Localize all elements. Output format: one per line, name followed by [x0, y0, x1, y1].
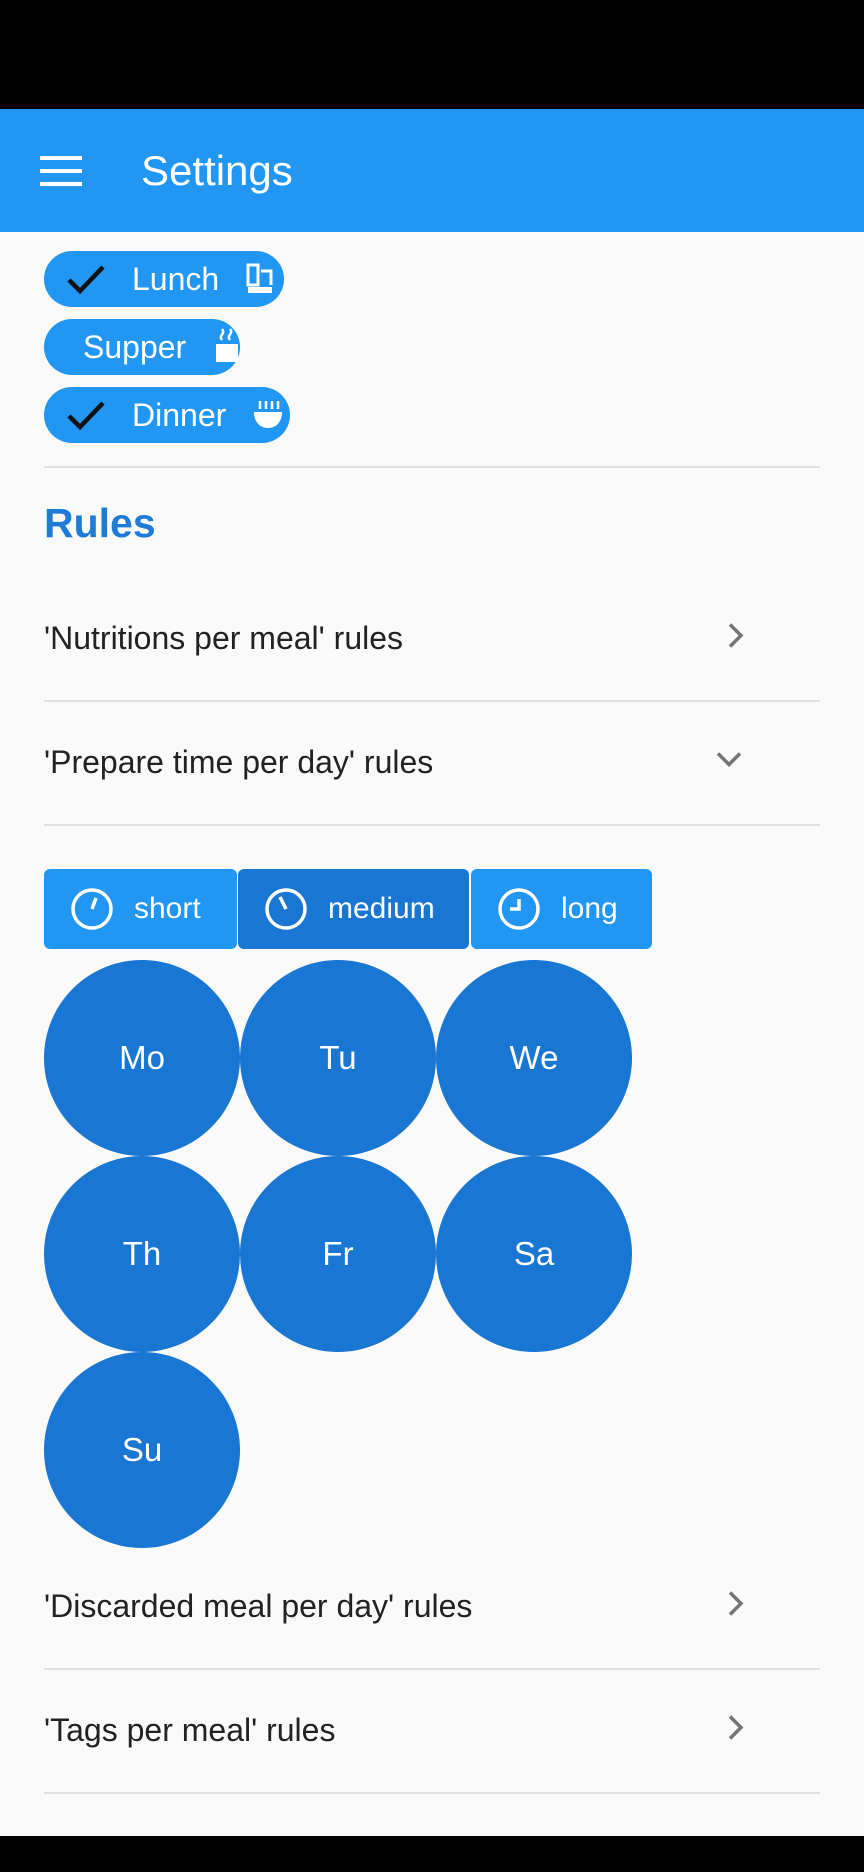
- day-button-th[interactable]: Th: [44, 1156, 240, 1352]
- prepare-time-long[interactable]: long: [471, 869, 652, 949]
- rule-tags-per-meal[interactable]: 'Tags per meal' rules: [44, 1669, 820, 1791]
- rule-nutritions-per-meal[interactable]: 'Nutritions per meal' rules: [44, 577, 820, 699]
- rule-label: 'Nutritions per meal' rules: [44, 619, 404, 656]
- clock-short-icon: [70, 887, 114, 931]
- prepare-time-label: medium: [328, 892, 435, 925]
- chevron-right-icon: [726, 1713, 746, 1748]
- menu-icon: [40, 156, 82, 186]
- check-icon: [62, 399, 110, 431]
- lunch-icon: [245, 261, 275, 297]
- meal-chip-lunch[interactable]: Lunch: [44, 251, 284, 307]
- menu-button[interactable]: [28, 145, 94, 197]
- meal-chip-label: Supper: [83, 328, 187, 365]
- divider: [44, 466, 820, 468]
- meal-chip-dinner[interactable]: Dinner: [44, 387, 290, 443]
- settings-content: Lunch Supper Dinner Rules 'Nutritions pe…: [0, 232, 864, 1836]
- rule-label: 'Prepare time per day' rules: [44, 743, 434, 780]
- rule-discarded-meal-per-day[interactable]: 'Discarded meal per day' rules: [44, 1545, 820, 1667]
- day-button-tu[interactable]: Tu: [240, 960, 436, 1156]
- prepare-time-short[interactable]: short: [44, 869, 237, 949]
- day-button-fr[interactable]: Fr: [240, 1156, 436, 1352]
- navigation-bar: [0, 1836, 864, 1872]
- rule-label: 'Tags per meal' rules: [44, 1711, 336, 1748]
- day-button-mo[interactable]: Mo: [44, 960, 240, 1156]
- status-bar: [0, 0, 864, 109]
- day-button-su[interactable]: Su: [44, 1352, 240, 1548]
- chevron-down-icon: [714, 750, 744, 775]
- supper-icon: [212, 328, 242, 366]
- prepare-time-medium[interactable]: medium: [238, 869, 469, 949]
- divider: [44, 824, 820, 826]
- chevron-right-icon: [726, 621, 746, 656]
- clock-medium-icon: [264, 887, 308, 931]
- page-title: Settings: [141, 147, 293, 194]
- rule-prepare-time-per-day[interactable]: 'Prepare time per day' rules: [44, 701, 820, 823]
- day-button-sa[interactable]: Sa: [436, 1156, 632, 1352]
- day-button-we[interactable]: We: [436, 960, 632, 1156]
- dinner-icon: [252, 398, 284, 432]
- meal-chip-label: Dinner: [132, 396, 227, 433]
- divider: [44, 1792, 820, 1794]
- chevron-right-icon: [726, 1589, 746, 1624]
- rule-label: 'Discarded meal per day' rules: [44, 1587, 473, 1624]
- app-bar: Settings: [0, 109, 864, 232]
- meal-chip-supper[interactable]: Supper: [44, 319, 240, 375]
- clock-long-icon: [497, 887, 541, 931]
- meal-chip-label: Lunch: [132, 260, 220, 297]
- prepare-time-label: short: [134, 892, 201, 925]
- check-icon: [62, 263, 110, 295]
- prepare-time-label: long: [561, 892, 618, 925]
- rules-section-title: Rules: [44, 500, 156, 546]
